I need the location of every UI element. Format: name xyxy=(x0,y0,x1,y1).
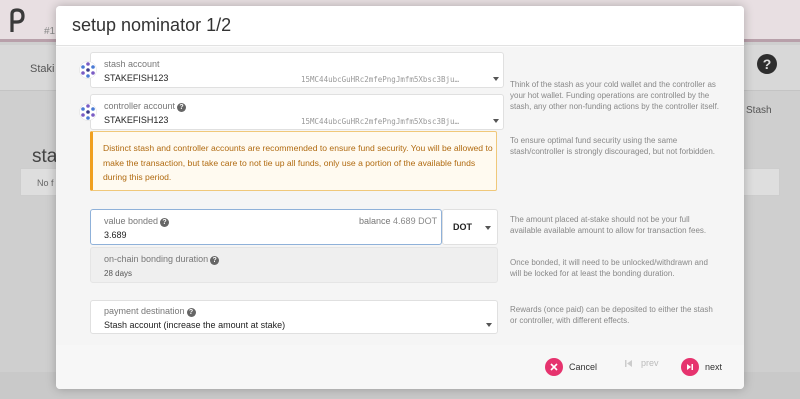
payment-destination-value: Stash account (increase the amount at st… xyxy=(104,320,286,330)
payment-destination-select[interactable]: payment destination? Stash account (incr… xyxy=(90,300,498,334)
controller-account-name: STAKEFISH123 xyxy=(104,115,169,125)
next-icon xyxy=(681,358,699,376)
controller-account-select[interactable]: controller account? STAKEFISH123 15MC44u… xyxy=(79,94,504,130)
warning-text: Distinct stash and controller accounts a… xyxy=(103,143,493,182)
amount-hint: The amount placed at-stake should not be… xyxy=(510,215,707,235)
stash-account-address: 15MC44ubcGuHRc2mfePngJmfm5Xbsc3Bju… xyxy=(301,75,460,84)
tab-staking[interactable]: Staki xyxy=(30,63,54,75)
chevron-down-icon xyxy=(485,226,491,230)
duration-hint: Once bonded, it will need to be unlocked… xyxy=(510,258,708,278)
empty-state-text: No f xyxy=(37,178,54,188)
modal-body: stash account STAKEFISH123 15MC44ubcGuHR… xyxy=(56,47,744,345)
chain-label: #1 xyxy=(44,26,56,37)
help-icon[interactable]: ? xyxy=(177,103,187,112)
security-hint: To ensure optimal fund security using th… xyxy=(510,136,716,156)
payment-destination-label: payment destination xyxy=(104,306,185,316)
help-icon[interactable]: ? xyxy=(186,308,196,317)
controller-account-label: controller account xyxy=(104,101,176,111)
page-heading: sta xyxy=(32,146,58,167)
bonding-duration-field: on-chain bonding duration? 28 days xyxy=(90,247,498,283)
prev-label: prev xyxy=(641,358,659,368)
balance-label: balance xyxy=(359,216,391,226)
bonding-duration-value: 28 days xyxy=(104,269,133,278)
accounts-hint: Think of the stash as your cold wallet a… xyxy=(510,80,720,111)
bonding-duration-label: on-chain bonding duration xyxy=(104,254,209,264)
modal-title: setup nominator 1/2 xyxy=(72,15,232,35)
next-label: next xyxy=(705,362,723,372)
chevron-down-icon xyxy=(493,119,499,123)
stash-account-select[interactable]: stash account STAKEFISH123 15MC44ubcGuHR… xyxy=(79,52,504,88)
modal-footer: Cancel prev next xyxy=(56,345,744,389)
rewards-hint: Rewards (once paid) can be deposited to … xyxy=(510,305,713,325)
value-bonded-label-row: value bonded? xyxy=(104,216,170,227)
stash-account-label: stash account xyxy=(104,59,160,69)
unit-select[interactable]: DOT xyxy=(442,209,498,245)
chevron-down-icon xyxy=(486,323,492,327)
value-bonded-label: value bonded xyxy=(104,216,159,226)
prev-icon xyxy=(625,359,632,367)
controller-identicon-icon xyxy=(79,103,97,121)
cancel-label: Cancel xyxy=(569,362,598,372)
value-bonded-input[interactable]: value bonded? balance 4.689 DOT 3.689 xyxy=(90,209,442,245)
stash-action-label[interactable]: Stash xyxy=(746,105,772,116)
stash-account-name: STAKEFISH123 xyxy=(104,73,169,83)
controller-account-address: 15MC44ubcGuHRc2mfePngJmfm5Xbsc3Bju… xyxy=(301,117,460,126)
prev-button[interactable]: prev xyxy=(624,358,659,368)
help-icon[interactable]: ? xyxy=(757,54,777,74)
polkadot-logo-icon xyxy=(10,8,25,32)
help-icon[interactable]: ? xyxy=(210,256,220,265)
unit-value: DOT xyxy=(453,222,472,232)
balance-display: balance 4.689 DOT xyxy=(359,216,437,226)
bonding-duration-label-row: on-chain bonding duration? xyxy=(104,254,220,265)
stash-identicon-icon xyxy=(79,61,97,79)
fund-security-warning: Distinct stash and controller accounts a… xyxy=(90,131,497,191)
next-button[interactable]: next xyxy=(681,358,722,376)
chevron-down-icon xyxy=(493,77,499,81)
balance-value: 4.689 DOT xyxy=(393,216,438,226)
cancel-icon xyxy=(545,358,563,376)
controller-account-label-row: controller account? xyxy=(104,101,187,112)
value-bonded-amount: 3.689 xyxy=(104,230,127,240)
cancel-button[interactable]: Cancel xyxy=(545,358,597,376)
payment-destination-label-row: payment destination? xyxy=(104,306,196,317)
modal-header: setup nominator 1/2 xyxy=(56,6,744,46)
setup-nominator-modal: setup nominator 1/2 stash account STAKEF… xyxy=(56,6,744,389)
help-icon[interactable]: ? xyxy=(160,218,170,227)
